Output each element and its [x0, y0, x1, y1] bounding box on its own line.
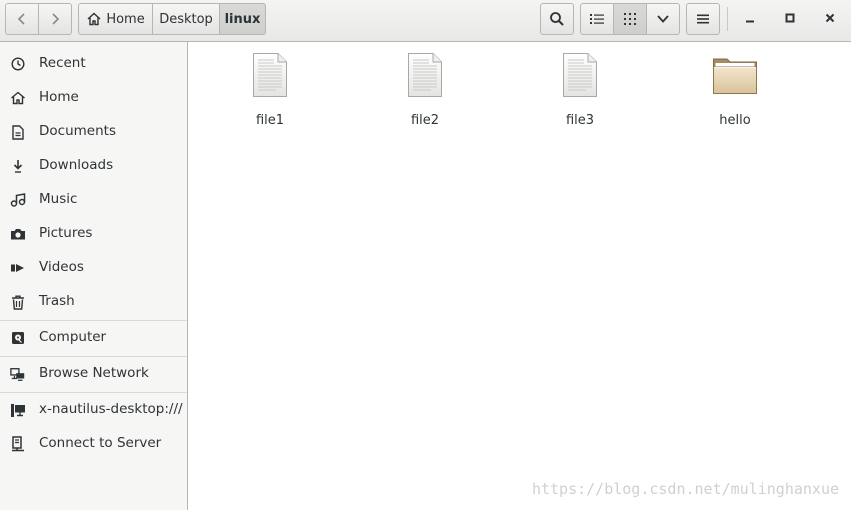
folder-name: hello [719, 113, 751, 128]
maximize-icon [785, 12, 795, 27]
breadcrumb-desktop[interactable]: Desktop [153, 3, 220, 35]
menu-button[interactable] [686, 3, 720, 35]
breadcrumb-label: Desktop [159, 11, 213, 27]
sidebar-item-label: Music [39, 191, 78, 207]
sidebar-item-label: Browse Network [39, 365, 149, 381]
grid-view-icon [624, 13, 636, 25]
hamburger-menu-icon [697, 13, 709, 25]
drive-icon [10, 330, 26, 346]
music-icon [10, 192, 26, 208]
file-item[interactable]: file1 [215, 52, 325, 132]
watermark-text: https://blog.csdn.net/mulinghanxue [531, 480, 839, 498]
document-icon [10, 124, 26, 140]
chevron-down-icon [656, 14, 670, 24]
sidebar-item-computer[interactable]: Computer [0, 323, 187, 353]
sidebar-item-desktop[interactable]: x-nautilus-desktop:/// [0, 395, 187, 425]
sidebar-item-label: Connect to Server [39, 435, 162, 451]
home-icon [10, 90, 26, 106]
grid-view-button[interactable] [614, 3, 647, 35]
chevron-left-icon [16, 12, 28, 26]
back-button[interactable] [5, 3, 39, 35]
sidebar-item-trash[interactable]: Trash [0, 287, 187, 317]
file-name: file3 [565, 113, 595, 128]
server-icon [10, 436, 26, 452]
sidebar-item-connect-to-server[interactable]: Connect to Server [0, 429, 187, 459]
list-view-icon [590, 13, 604, 25]
folder-icon [680, 52, 790, 100]
close-button[interactable] [816, 6, 844, 32]
minimize-icon [745, 12, 755, 27]
desktop-icon [10, 402, 26, 418]
home-icon [86, 12, 102, 26]
folder-item[interactable]: hello [680, 52, 790, 132]
text-file-icon [215, 52, 325, 100]
breadcrumb-linux[interactable]: linux [220, 3, 266, 35]
breadcrumb-label: linux [224, 11, 261, 27]
video-icon [10, 260, 26, 276]
file-view: file1 file2 file3 hello [188, 42, 851, 510]
sidebar-item-recent[interactable]: Recent [0, 49, 187, 79]
minimize-button[interactable] [736, 6, 764, 32]
sidebar-separator [0, 392, 187, 393]
sidebar-item-label: Documents [39, 123, 116, 139]
sidebar-item-browse-network[interactable]: Browse Network [0, 359, 187, 389]
forward-button[interactable] [39, 3, 72, 35]
sidebar-item-label: Downloads [39, 157, 114, 173]
search-icon [549, 11, 565, 27]
maximize-button[interactable] [776, 6, 804, 32]
sidebar-item-pictures[interactable]: Pictures [0, 219, 187, 249]
view-options-button[interactable] [647, 3, 680, 35]
sidebar-item-label: Computer [39, 329, 107, 345]
sidebar-item-music[interactable]: Music [0, 185, 187, 215]
sidebar: Recent Home Documents Downloads Music Pi… [0, 42, 188, 510]
camera-icon [10, 226, 26, 242]
sidebar-item-label: Trash [39, 293, 75, 309]
close-icon [825, 12, 835, 27]
header-bar: Home Desktop linux [0, 0, 851, 42]
sidebar-item-label: x-nautilus-desktop:/// [39, 401, 183, 417]
clock-icon [10, 56, 26, 72]
list-view-button[interactable] [580, 3, 614, 35]
file-name: file2 [410, 113, 440, 128]
sidebar-item-label: Pictures [39, 225, 93, 241]
file-item[interactable]: file3 [525, 52, 635, 132]
file-name: file1 [255, 113, 285, 128]
breadcrumb-label: Home [106, 11, 145, 27]
header-separator [727, 7, 728, 31]
search-button[interactable] [540, 3, 574, 35]
network-icon [10, 366, 26, 382]
sidebar-item-videos[interactable]: Videos [0, 253, 187, 283]
sidebar-item-label: Videos [39, 259, 84, 275]
trash-icon [10, 294, 26, 310]
file-item[interactable]: file2 [370, 52, 480, 132]
sidebar-item-home[interactable]: Home [0, 83, 187, 113]
sidebar-item-label: Recent [39, 55, 86, 71]
text-file-icon [525, 52, 635, 100]
breadcrumb-home[interactable]: Home [78, 3, 153, 35]
chevron-right-icon [49, 12, 61, 26]
sidebar-separator [0, 356, 187, 357]
sidebar-item-downloads[interactable]: Downloads [0, 151, 187, 181]
sidebar-separator [0, 320, 187, 321]
text-file-icon [370, 52, 480, 100]
sidebar-item-label: Home [39, 89, 79, 105]
download-icon [10, 158, 26, 174]
sidebar-item-documents[interactable]: Documents [0, 117, 187, 147]
